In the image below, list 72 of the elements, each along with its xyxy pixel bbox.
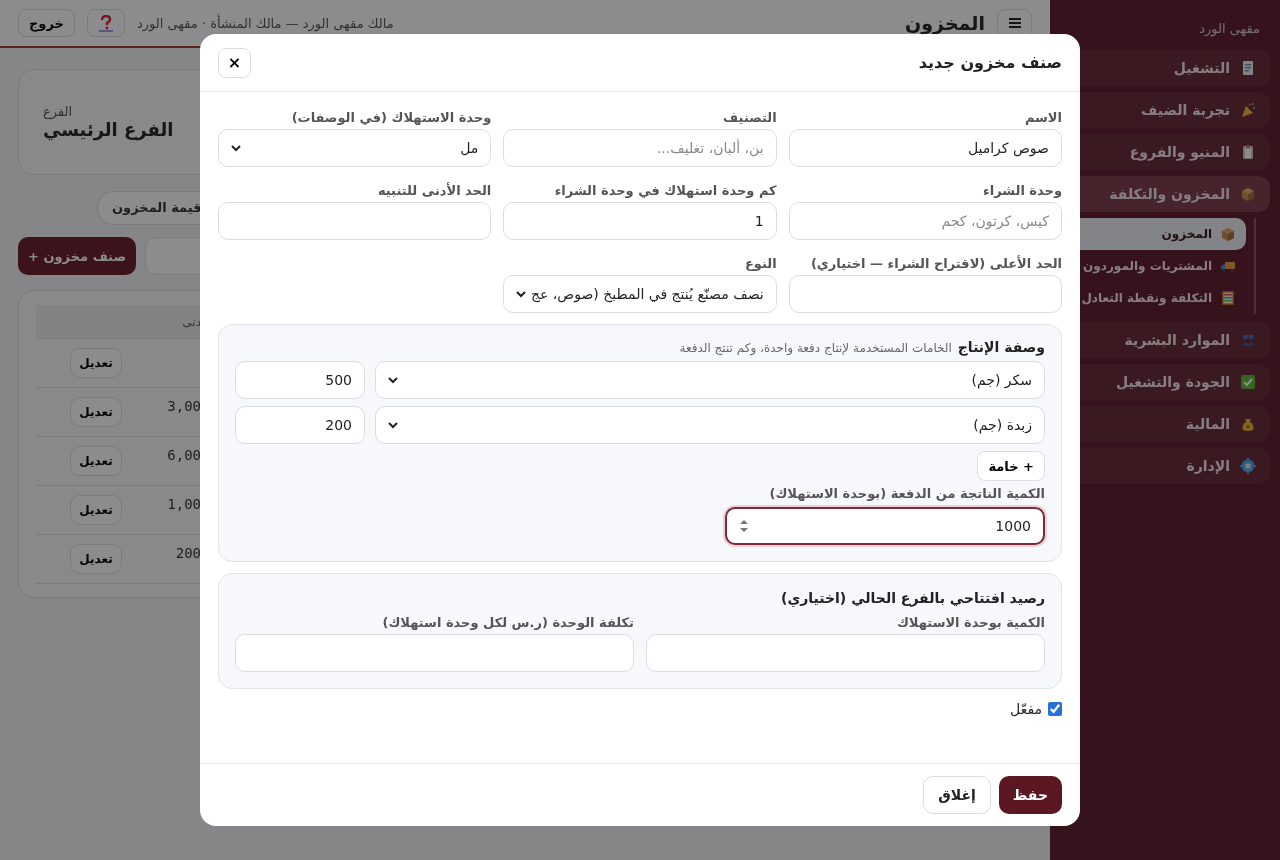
field-label: كم وحدة استهلاك في وحدة الشراء (554, 183, 777, 198)
user-info: مالك مقهى الورد — مالك المنشأة · مقهى الورد (136, 15, 394, 31)
edit-button[interactable]: تعديل (70, 544, 122, 574)
edit-button[interactable]: تعديل (70, 495, 122, 525)
field-label: وحدة الاستهلاك (في الوصفات) (291, 110, 492, 125)
table-cell-text: 200 (174, 544, 201, 561)
select-field[interactable]: سكر (جم) (375, 361, 1045, 399)
edit-button[interactable]: تعديل (70, 348, 122, 378)
input-field[interactable]: صوص كراميل (788, 129, 1062, 167)
box-icon (1220, 226, 1236, 242)
menu-button[interactable] (997, 9, 1032, 37)
input-field[interactable] (218, 202, 492, 240)
branch-label: الفرع (43, 104, 73, 119)
edit-button[interactable]: تعديل (70, 397, 122, 427)
field-label: وحدة الشراء (983, 183, 1062, 198)
field-label: الكمية الناتجة من الدفعة (بوحدة الاستهلاك) (769, 486, 1045, 501)
branch-name: الفرع الرئيسي (43, 119, 174, 140)
chevron-down-icon (231, 144, 241, 152)
money-bag-icon (1240, 416, 1256, 432)
brand-name: مقهى الورد (1199, 21, 1260, 36)
page-title: المخزون (905, 12, 985, 34)
edit-button[interactable]: تعديل (70, 446, 122, 476)
field-label: التصنيف (723, 110, 777, 125)
close-button[interactable]: × (218, 47, 251, 78)
table-cell-text: 1,00 (166, 495, 201, 512)
input-field[interactable]: 200 (235, 406, 365, 444)
section-title: رصيد افتتاحي بالفرع الحالي (اختياري) (781, 590, 1045, 606)
receipt-icon (1240, 60, 1256, 76)
abacus-icon (1220, 290, 1236, 306)
add-ingredient-button[interactable]: + خامة (977, 451, 1045, 481)
box-icon (1240, 186, 1256, 202)
table-cell-text: 6,00 (166, 446, 201, 463)
input-field[interactable]: 1 (503, 202, 777, 240)
input-field[interactable]: 500 (235, 361, 365, 399)
field-label: النوع (745, 256, 777, 271)
close-dialog-button[interactable]: إغلاق (923, 776, 991, 814)
chevron-down-icon (516, 290, 527, 298)
menu-icon (1008, 18, 1021, 28)
input-field[interactable] (788, 275, 1062, 313)
chevron-down-icon (388, 421, 398, 429)
field-label: الكمية بوحدة الاستهلاك (896, 615, 1045, 630)
select-field[interactable]: زبدة (جم) (375, 406, 1045, 444)
check-icon (1240, 374, 1256, 390)
input-field[interactable]: بن، ألبان، تغليف... (503, 129, 777, 167)
logout-button[interactable]: خروج (18, 9, 75, 37)
field-label: الحد الأدنى للتنبيه (377, 183, 492, 198)
dialog-title: صنف مخزون جديد (918, 53, 1062, 72)
add-item-button[interactable]: + صنف مخزون (18, 237, 136, 275)
clipboard-icon (1240, 144, 1256, 160)
input-field[interactable]: كيس، كرتون، كجم (788, 202, 1062, 240)
number-field[interactable]: 1000 (725, 507, 1045, 545)
chevron-down-icon (388, 376, 398, 384)
input-field[interactable] (646, 634, 1045, 672)
spinner-icon (739, 519, 749, 533)
select-field[interactable]: مل (218, 129, 492, 167)
select-field[interactable]: نصف مصنّع يُنتج في المطبخ (صوص، عج (503, 275, 777, 313)
field-label: الحد الأعلى (لاقتراح الشراء — اختياري) (810, 256, 1062, 271)
field-label: الاسم (1024, 110, 1062, 125)
gear-icon (1240, 458, 1256, 474)
column-header: دنى (181, 314, 201, 329)
table-cell-text: 3,00 (166, 397, 201, 414)
field-label: تكلفة الوحدة (ر.س لكل وحدة استهلاك) (382, 615, 634, 630)
question-icon (98, 14, 113, 32)
input-field[interactable] (235, 634, 634, 672)
party-popper-icon (1240, 102, 1256, 118)
active-checkbox[interactable] (1048, 702, 1062, 716)
section-title: وصفة الإنتاج (957, 339, 1045, 355)
checkbox-label: مفعّل (1010, 701, 1042, 717)
help-button[interactable] (86, 9, 125, 37)
people-icon (1240, 332, 1256, 348)
section-hint: الخامات المستخدمة لإنتاج دفعة واحدة، وكم تنتج الدفعة (679, 341, 952, 355)
save-button[interactable]: حفظ (998, 776, 1062, 814)
